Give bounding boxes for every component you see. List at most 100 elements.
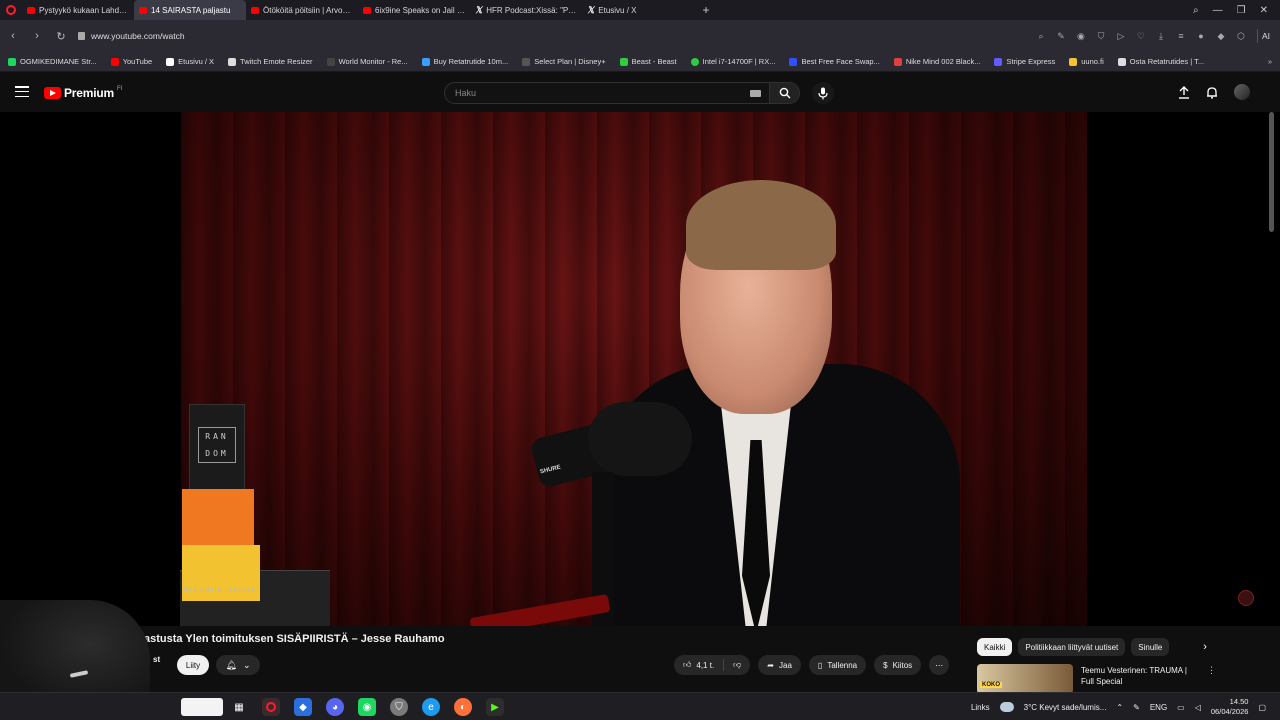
globe-icon (326, 57, 335, 66)
notifications-icon[interactable]: ▢ (1258, 703, 1266, 712)
browser-tab[interactable]: 𝕏 HFR Podcast:Xissä: "Pepsi (470, 0, 582, 20)
more-actions-button[interactable]: ⋯ (929, 655, 950, 675)
reload-icon[interactable]: ↻ (54, 30, 68, 43)
stripe-icon (994, 57, 1003, 66)
join-button[interactable]: Liity (177, 655, 209, 675)
cube-icon[interactable]: ⬡ (1235, 31, 1247, 42)
bookmark-item[interactable]: OGMIKEDIMANE Str... (8, 57, 97, 66)
recommended-video-title[interactable]: Teemu Vesterinen: TRAUMA | Full Special (1081, 665, 1199, 687)
back-icon[interactable]: ‹ (6, 30, 20, 42)
firefox-icon[interactable]: ◐ (454, 698, 472, 716)
channel-name[interactable]: st (153, 655, 160, 664)
shield-icon[interactable]: ⛉ (1095, 31, 1107, 42)
network-icon[interactable]: ▭ (1177, 703, 1185, 712)
chip-all[interactable]: Kaikki (977, 638, 1013, 656)
spotify-icon[interactable]: ◉ (358, 698, 376, 716)
opera-icon[interactable] (262, 698, 280, 716)
menu-icon[interactable]: ≡ (1175, 31, 1187, 41)
search-button[interactable] (769, 82, 800, 104)
new-tab-button[interactable]: + (696, 3, 716, 17)
bookmark-item[interactable]: Intel i7-14700F | RX... (690, 57, 775, 66)
restore-icon[interactable]: ❐ (1237, 5, 1246, 16)
chip-politics[interactable]: Politiikkaan liittyvät uutiset (1018, 638, 1126, 656)
search-input[interactable]: Haku (444, 82, 770, 104)
bookmark-item[interactable]: Best Free Face Swap... (789, 57, 880, 66)
bookmarks-more-icon[interactable]: » (1268, 57, 1272, 66)
edge-icon[interactable]: e (422, 698, 440, 716)
avatar[interactable] (1234, 84, 1250, 100)
clock[interactable]: 14.50 06/04/2026 (1211, 697, 1249, 717)
ai-button[interactable]: AI (1256, 29, 1274, 43)
bookmark-item[interactable]: Select Plan | Disney+ (522, 57, 606, 66)
bookmark-item[interactable]: Nike Mind 002 Black... (893, 57, 980, 66)
pen-icon[interactable]: ✎ (1133, 703, 1140, 712)
chip-for-you[interactable]: Sinulle (1131, 638, 1170, 656)
edit-icon[interactable]: ✎ (1055, 31, 1067, 42)
subscription-bell-button[interactable]: 🔔︎ ⌄ (216, 655, 260, 675)
bookmark-item[interactable]: World Monitor - Re... (326, 57, 408, 66)
zoom-icon[interactable]: ⌕ (1035, 31, 1047, 42)
upload-icon[interactable] (1178, 85, 1190, 99)
url-field[interactable]: www.youtube.com/watch (78, 25, 1025, 47)
video-player[interactable]: SHURE RAN DOM ATEISMIN HARHAT (0, 112, 1280, 626)
volume-icon[interactable]: ◁ (1195, 703, 1201, 712)
notifications-bell-icon[interactable] (1206, 86, 1218, 99)
profile-icon[interactable]: ● (1195, 31, 1207, 41)
close-icon[interactable]: ✕ (1260, 5, 1268, 16)
browser-tab-active[interactable]: 14 SAIRASTA paljastu (134, 0, 246, 20)
bookmark-item[interactable]: uuno.fi (1069, 57, 1104, 66)
forward-icon[interactable]: › (30, 30, 44, 42)
browser-tab[interactable]: 6ix9ine Speaks on Jail with (358, 0, 470, 20)
recommended-more-icon[interactable]: ⋮ (1207, 665, 1216, 676)
bookmark-item[interactable]: YouTube (110, 57, 152, 66)
heart-icon[interactable]: ♡ (1135, 31, 1147, 42)
extension-icons: ⌕ ✎ ◉ ⛉ ▷ ♡ ⤓ ≡ ● ◆ ⬡ (1035, 31, 1247, 42)
browser-tab[interactable]: Ötököitä pöitsiin | Arvosta (246, 0, 358, 20)
bookmark-item[interactable]: Osta Retatrutides | T... (1117, 57, 1204, 66)
bookmark-item[interactable]: Etusivu / X (166, 57, 214, 66)
voice-search-button[interactable] (812, 82, 834, 104)
bookmark-item[interactable]: Twitch Emote Resizer (228, 57, 313, 66)
keyboard-icon[interactable] (750, 90, 761, 97)
discord-icon[interactable]: ◕ (326, 698, 344, 716)
kick-icon[interactable]: ▶ (486, 698, 504, 716)
play-icon[interactable]: ▷ (1115, 31, 1127, 42)
page-scrollbar[interactable] (1269, 112, 1274, 232)
bookmark-item[interactable]: Beast - Beast (619, 57, 677, 66)
like-button[interactable]: 👍︎ 4,1 t. (674, 655, 723, 675)
recommended-video-thumbnail[interactable]: KOKO (977, 664, 1073, 694)
browser-tab[interactable]: 𝕏 Etusivu / X (582, 0, 694, 20)
bookmark-item[interactable]: Stripe Express (994, 57, 1055, 66)
camera-icon[interactable]: ◉ (1075, 31, 1087, 42)
hamburger-menu-icon[interactable] (15, 86, 29, 97)
beast-icon (619, 57, 628, 66)
minimize-icon[interactable]: — (1213, 5, 1223, 16)
extension-icon[interactable]: ◆ (1215, 31, 1227, 42)
download-icon[interactable]: ⤓ (1155, 31, 1167, 42)
language-indicator[interactable]: ENG (1150, 703, 1167, 712)
x-icon (166, 57, 175, 66)
shield-icon[interactable]: ⛉ (390, 698, 408, 716)
cap-logo (69, 670, 89, 678)
share-button[interactable]: ➦ Jaa (758, 655, 801, 675)
browser-tab[interactable]: Pystyykö kukaan Lahdessa (22, 0, 134, 20)
browser-search-icon[interactable]: ⌕ (1193, 5, 1199, 16)
bookmark-icon (8, 57, 16, 66)
save-button[interactable]: ▯ Tallenna (808, 655, 867, 675)
youtube-icon (139, 6, 147, 14)
channel-watermark-icon[interactable] (1238, 590, 1254, 606)
app-icon[interactable]: ◆ (294, 698, 312, 716)
taskbar-search[interactable] (181, 698, 223, 716)
chevron-right-icon[interactable]: › (1203, 641, 1207, 653)
youtube-icon (363, 6, 371, 14)
bookmark-item[interactable]: Buy Retatrutide 10m... (421, 57, 508, 66)
opera-logo-icon[interactable] (0, 0, 22, 20)
thumbs-up-icon: 👍︎ (683, 660, 692, 669)
dislike-button[interactable]: 👎︎ (724, 655, 750, 675)
thanks-button[interactable]: $ Kiitos (874, 655, 922, 675)
links-toolbar[interactable]: Links (971, 703, 990, 712)
youtube-premium-logo[interactable]: Premium FI (44, 86, 122, 100)
weather-text[interactable]: 3°C Kevyt sade/lumis... (1024, 703, 1107, 712)
tray-chevron-icon[interactable]: ⌃ (1116, 703, 1123, 712)
task-view-icon[interactable]: ▦ (230, 698, 248, 716)
